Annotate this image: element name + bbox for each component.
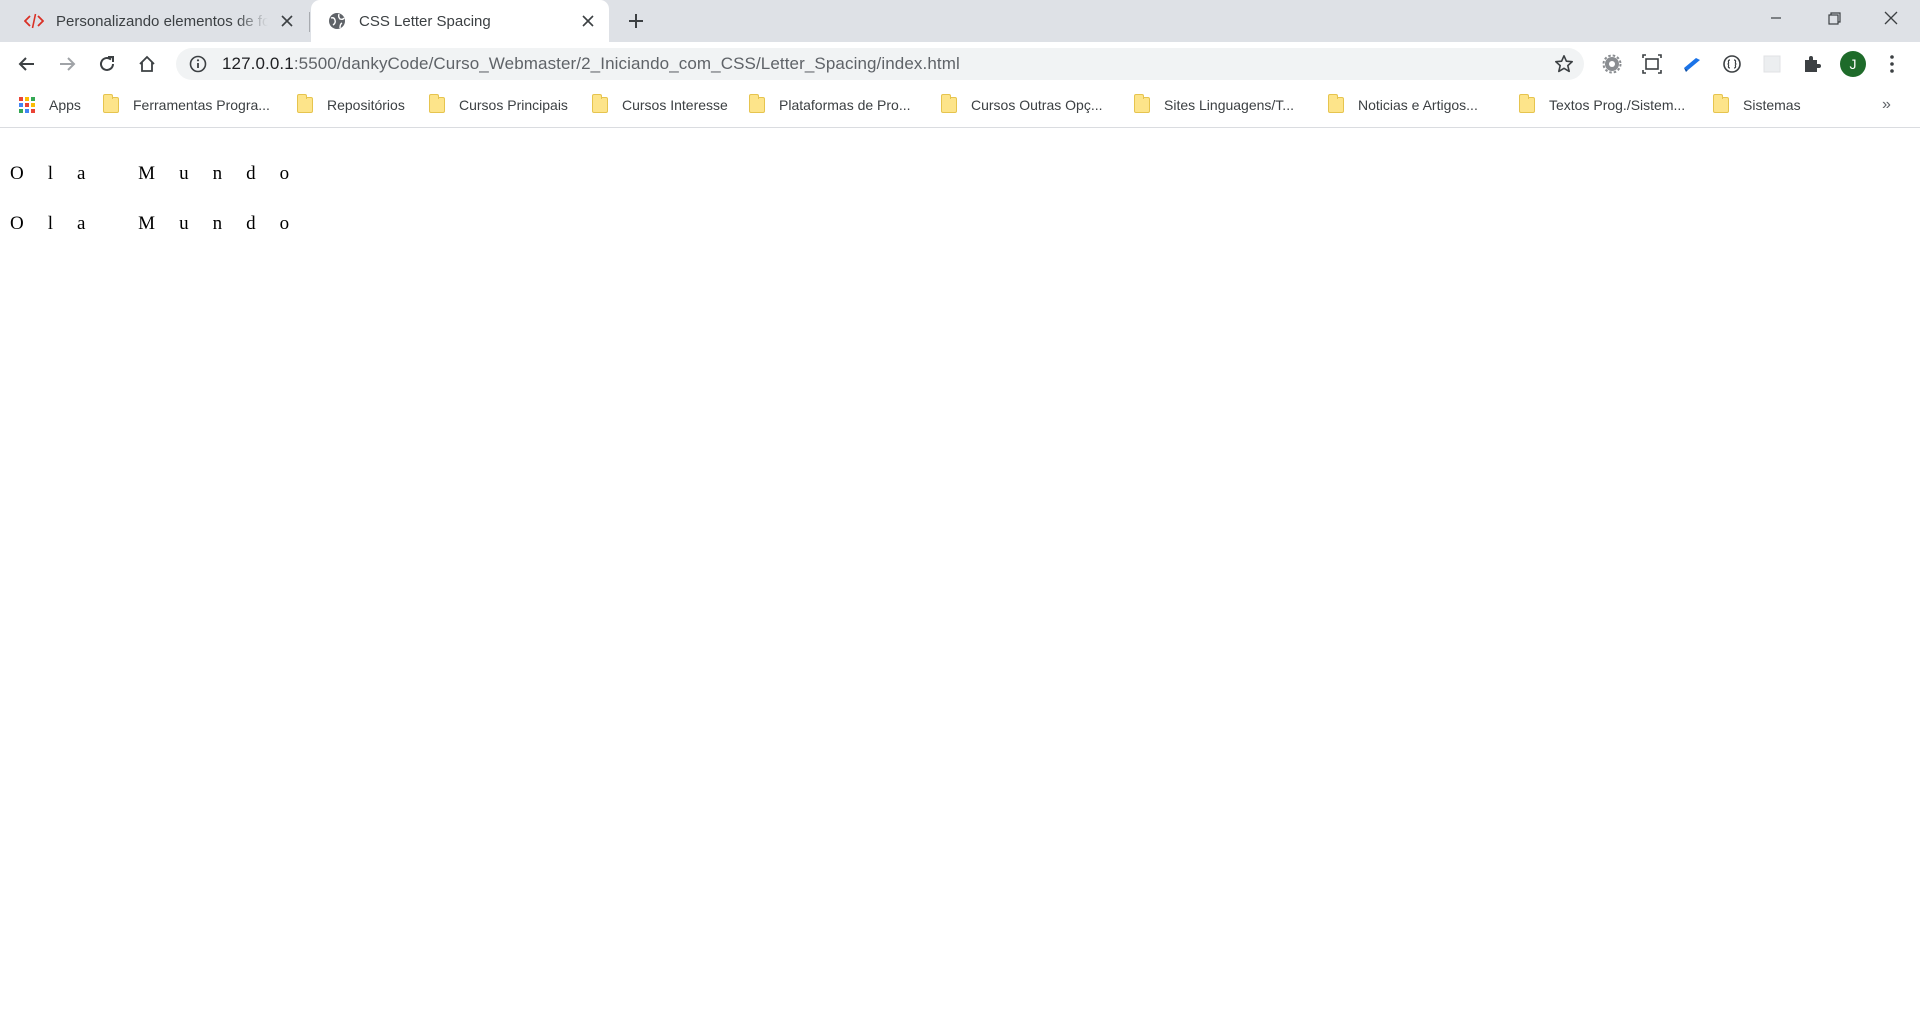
bookmark-label: Apps bbox=[49, 97, 81, 113]
screen-capture-icon bbox=[1642, 54, 1662, 74]
bookmark-folder[interactable]: Plataformas de Pro... bbox=[749, 86, 911, 124]
bookmark-label: Sistemas bbox=[1743, 97, 1801, 113]
bookmark-label: Repositórios bbox=[327, 97, 405, 113]
bookmark-folder[interactable]: Noticias e Artigos... bbox=[1328, 86, 1478, 124]
bookmark-folder[interactable]: Textos Prog./Sistem... bbox=[1519, 86, 1685, 124]
folder-icon bbox=[103, 94, 119, 113]
apps-grid-icon bbox=[19, 97, 35, 113]
kebab-menu-icon bbox=[1890, 55, 1894, 73]
tab-title: Personalizando elementos de formulário bbox=[56, 12, 268, 30]
bookmark-folder[interactable]: Cursos Interesse bbox=[592, 86, 728, 124]
folder-icon bbox=[941, 94, 957, 113]
bookmark-label: Plataformas de Pro... bbox=[779, 97, 911, 113]
notes-extension-icon bbox=[1684, 58, 1700, 72]
bookmark-label: Ferramentas Progra... bbox=[133, 97, 270, 113]
bookmark-label: Cursos Interesse bbox=[622, 97, 728, 113]
bookmark-label: Noticias e Artigos... bbox=[1358, 97, 1478, 113]
address-bar[interactable]: 127.0.0.1:5500/dankyCode/Curso_Webmaster… bbox=[176, 48, 1584, 80]
profile-avatar[interactable]: J bbox=[1840, 51, 1866, 77]
site-info-icon[interactable] bbox=[188, 54, 208, 74]
plus-icon bbox=[629, 14, 643, 28]
url-host: 127.0.0.1 bbox=[222, 54, 294, 73]
extension-settings-button[interactable] bbox=[1596, 48, 1628, 80]
bookmark-label: Cursos Outras Opç... bbox=[971, 97, 1103, 113]
folder-icon bbox=[1713, 94, 1729, 113]
globe-icon bbox=[327, 11, 347, 31]
folder-icon bbox=[1328, 94, 1344, 113]
bookmark-folder[interactable]: Cursos Outras Opç... bbox=[941, 86, 1102, 124]
tab-title: CSS Letter Spacing bbox=[359, 12, 491, 30]
page-viewport: Ola Mundo Ola Mundo bbox=[0, 129, 1920, 1030]
letter-spaced-paragraph: Ola Mundo bbox=[10, 163, 314, 184]
forward-arrow-icon bbox=[60, 57, 76, 71]
tab-separator bbox=[309, 12, 310, 32]
reload-button[interactable] bbox=[91, 48, 123, 80]
folder-icon bbox=[429, 94, 445, 113]
tab-strip: Personalizando elementos de formulário C… bbox=[0, 0, 1920, 42]
blue-extension-button[interactable] bbox=[1676, 48, 1708, 80]
restore-button[interactable] bbox=[1805, 0, 1863, 36]
blank-extension-icon bbox=[1763, 55, 1781, 73]
letter-spaced-paragraph: Ola Mundo bbox=[10, 213, 314, 234]
tab-close-icon[interactable] bbox=[577, 10, 599, 32]
new-tab-button[interactable] bbox=[622, 7, 650, 35]
minimize-button[interactable] bbox=[1747, 0, 1805, 36]
reload-icon bbox=[100, 56, 114, 71]
forward-button[interactable] bbox=[51, 48, 83, 80]
tab-css-letter-spacing[interactable]: CSS Letter Spacing bbox=[311, 0, 609, 42]
bookmarks-overflow-button[interactable]: » bbox=[1882, 86, 1891, 124]
tab-personalizando[interactable]: Personalizando elementos de formulário bbox=[8, 0, 308, 42]
code-icon bbox=[24, 11, 44, 31]
gear-icon bbox=[1602, 54, 1622, 74]
restore-icon bbox=[1827, 11, 1841, 25]
bookmark-folder[interactable]: Sites Linguagens/T... bbox=[1134, 86, 1294, 124]
code-extension-button[interactable] bbox=[1716, 48, 1748, 80]
bookmark-label: Cursos Principais bbox=[459, 97, 568, 113]
bookmark-label: Textos Prog./Sistem... bbox=[1549, 97, 1686, 113]
back-arrow-icon bbox=[18, 57, 34, 71]
bookmark-folder[interactable]: Repositórios bbox=[297, 86, 405, 124]
back-button[interactable] bbox=[11, 48, 43, 80]
puzzle-icon bbox=[1805, 56, 1821, 72]
url-path: :5500/dankyCode/Curso_Webmaster/2_Inicia… bbox=[293, 54, 960, 73]
menu-button[interactable] bbox=[1876, 48, 1908, 80]
bookmark-apps[interactable]: Apps bbox=[19, 86, 81, 124]
bookmark-folder[interactable]: Ferramentas Progra... bbox=[103, 86, 270, 124]
folder-icon bbox=[297, 94, 313, 113]
bookmark-label: Sites Linguagens/T... bbox=[1164, 97, 1294, 113]
folder-icon bbox=[1519, 94, 1535, 113]
browser-toolbar: 127.0.0.1:5500/dankyCode/Curso_Webmaster… bbox=[0, 42, 1920, 86]
close-icon bbox=[1884, 11, 1898, 25]
extensions-button[interactable] bbox=[1796, 48, 1828, 80]
folder-icon bbox=[1134, 94, 1150, 113]
home-button[interactable] bbox=[131, 48, 163, 80]
screenshot-extension-button[interactable] bbox=[1636, 48, 1668, 80]
bookmarks-bar: Apps Ferramentas Progra... Repositórios … bbox=[0, 86, 1920, 128]
bookmark-folder[interactable]: Cursos Principais bbox=[429, 86, 568, 124]
folder-icon bbox=[749, 94, 765, 113]
tab-close-icon[interactable] bbox=[276, 10, 298, 32]
home-icon bbox=[139, 55, 155, 72]
url-text: 127.0.0.1:5500/dankyCode/Curso_Webmaster… bbox=[222, 54, 960, 74]
blank-extension-button[interactable] bbox=[1756, 48, 1788, 80]
close-window-button[interactable] bbox=[1862, 0, 1920, 36]
folder-icon bbox=[592, 94, 608, 113]
bookmark-star-icon[interactable] bbox=[1554, 54, 1574, 74]
minimize-icon bbox=[1771, 17, 1781, 19]
bookmark-folder[interactable]: Sistemas bbox=[1713, 86, 1801, 124]
braces-circle-icon bbox=[1723, 55, 1741, 73]
